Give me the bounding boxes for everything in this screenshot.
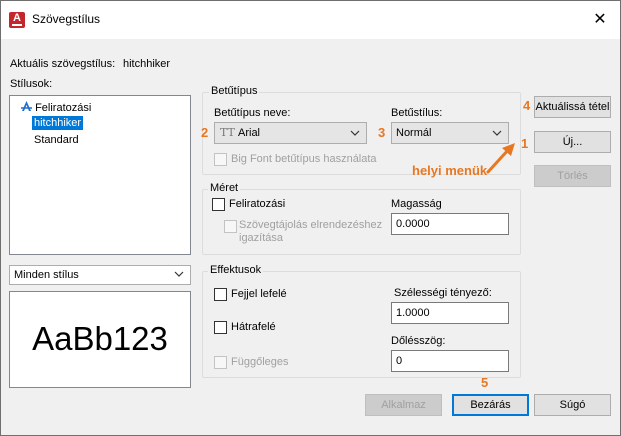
width-factor-label: Szélességi tényező:	[394, 287, 492, 299]
style-preview: AaBb123	[9, 291, 191, 388]
list-item-hitchhiker[interactable]: hitchhiker	[32, 116, 84, 130]
new-style-button[interactable]: Új...	[534, 131, 611, 153]
styles-label: Stílusok:	[10, 78, 53, 90]
style-filter-dropdown[interactable]: Minden stílus	[9, 265, 191, 285]
current-style-label: Aktuális szövegstílus:	[10, 58, 116, 70]
backwards-label: Hátrafelé	[231, 321, 276, 333]
callout-shortcut-menus: helyi menük	[412, 163, 488, 178]
font-group-title: Betűtípus	[209, 85, 260, 97]
font-name-dropdown[interactable]: TT Arial	[214, 122, 367, 144]
bigfont-checkbox[interactable]	[214, 153, 227, 166]
chevron-down-icon	[350, 130, 360, 136]
match-orientation-label-line2: igazítása	[239, 232, 284, 244]
match-orientation-checkbox[interactable]	[224, 220, 237, 233]
callout-1: 1	[521, 136, 529, 151]
help-button[interactable]: Súgó	[534, 394, 611, 416]
list-item-standard[interactable]: Standard	[32, 133, 81, 147]
upside-down-label: Fejjel lefelé	[231, 288, 287, 300]
autocad-app-icon: A	[9, 12, 25, 28]
callout-4: 4	[523, 98, 531, 113]
bigfont-label: Big Font betűtípus használata	[231, 153, 377, 165]
oblique-angle-label: Dőlésszög:	[391, 335, 446, 347]
list-item-feliratozasi[interactable]: Feliratozási	[19, 101, 93, 115]
size-group-title: Méret	[208, 182, 241, 194]
text-style-dialog: A Szövegstílus ✕ Aktuális szövegstílus: …	[0, 0, 621, 436]
font-style-label: Betűstílus:	[391, 107, 443, 119]
match-orientation-label-line1: Szövegtájolás elrendezéshez	[239, 219, 383, 231]
height-input[interactable]: 0.0000	[391, 213, 509, 235]
styles-list[interactable]: Feliratozási hitchhiker Standard	[9, 95, 191, 255]
callout-5: 5	[481, 375, 489, 390]
apply-button[interactable]: Alkalmaz	[365, 394, 442, 416]
callout-arrow-icon	[486, 143, 515, 174]
size-annotative-label: Feliratozási	[229, 198, 286, 210]
close-icon[interactable]: ✕	[589, 10, 611, 30]
window-title: Szövegstílus	[32, 12, 101, 26]
current-style-value: hitchhiker	[123, 58, 171, 70]
callout-2: 2	[201, 125, 209, 140]
size-annotative-checkbox[interactable]	[212, 198, 225, 211]
title-bar: A Szövegstílus ✕	[1, 1, 620, 39]
vertical-checkbox[interactable]	[214, 356, 227, 369]
height-label: Magasság	[391, 198, 442, 210]
vertical-label: Függőleges	[231, 356, 289, 368]
preview-sample-text: AaBb123	[32, 320, 168, 357]
close-button[interactable]: Bezárás	[452, 394, 529, 416]
set-current-button[interactable]: Aktuálissá tétel	[534, 96, 611, 118]
annotative-icon	[21, 101, 32, 111]
upside-down-checkbox[interactable]	[214, 288, 227, 301]
oblique-angle-input[interactable]: 0	[391, 350, 509, 372]
delete-style-button[interactable]: Törlés	[534, 165, 611, 187]
font-name-label: Betűtípus neve:	[214, 107, 291, 119]
chevron-down-icon	[492, 130, 502, 136]
effects-group-title: Effektusok	[208, 264, 264, 276]
backwards-checkbox[interactable]	[214, 321, 227, 334]
truetype-font-icon: TT	[220, 126, 235, 139]
chevron-down-icon	[174, 271, 184, 277]
width-factor-input[interactable]: 1.0000	[391, 302, 509, 324]
callout-3: 3	[378, 125, 386, 140]
